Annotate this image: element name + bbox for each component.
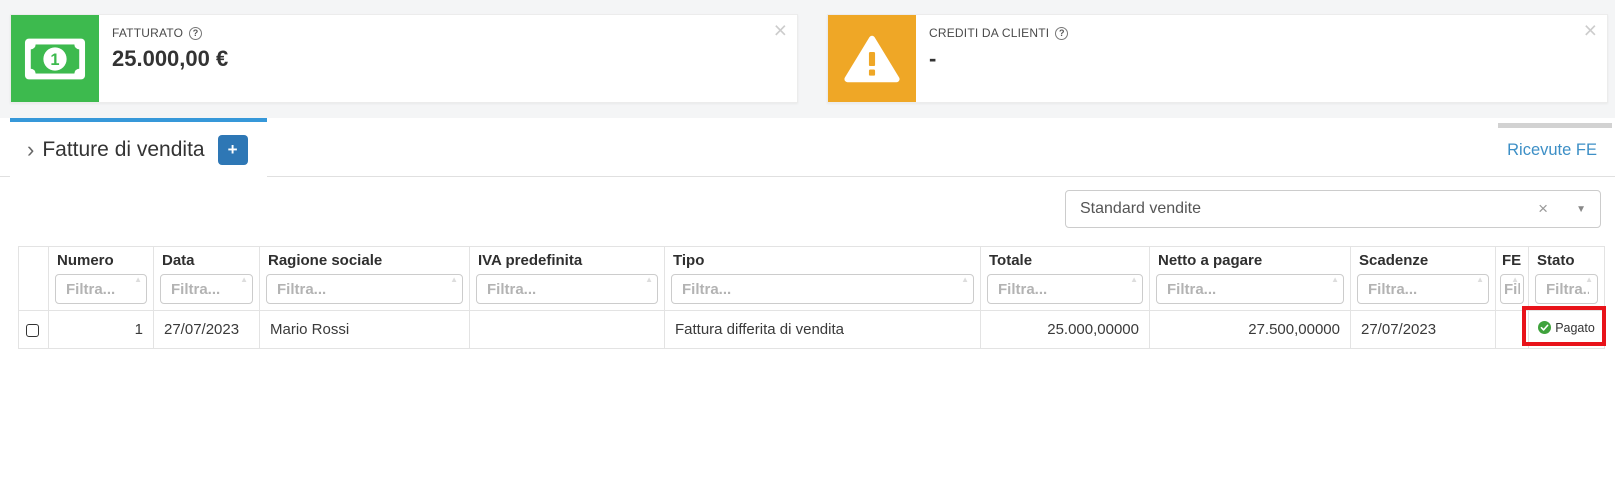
cell-numero: 1 [49,311,154,349]
kpi-cards-strip: 1 FATTURATO ? 25.000,00 € × CREDITI DA C… [0,0,1615,118]
ricevute-fe-link[interactable]: Ricevute FE [1507,141,1597,160]
invoices-panel: Standard vendite × ▼ Numero ▲ Data [0,177,1615,349]
row-checkbox[interactable] [26,324,39,337]
filter-scadenze-input[interactable] [1357,274,1489,304]
card-title: CREDITI DA CLIENTI ? [929,26,1068,40]
select-value: Standard vendite [1080,200,1538,218]
table-row[interactable]: 1 27/07/2023 Mario Rossi Fattura differi… [19,311,1605,349]
filter-stato-input[interactable] [1535,274,1598,304]
cell-ragione-sociale: Mario Rossi [260,311,470,349]
column-tipo: Tipo ▲ [665,247,981,311]
status-badge: Pagato [1538,321,1595,335]
cell-iva-predefinita [470,311,665,349]
card-title-text: FATTURATO [112,26,183,40]
column-netto-a-pagare: Netto a pagare ▲ [1150,247,1351,311]
filter-totale-input[interactable] [987,274,1143,304]
filter-data-input[interactable] [160,274,253,304]
card-value: - [929,46,1068,72]
column-header-label: Netto a pagare [1158,252,1344,269]
filter-netto-a-pagare-input[interactable] [1156,274,1344,304]
column-header-label: Totale [989,252,1143,269]
filter-ragione-sociale-input[interactable] [266,274,463,304]
card-title: FATTURATO ? [112,26,228,40]
column-header-label: Stato [1537,252,1598,269]
list-view-select[interactable]: Standard vendite × ▼ [1065,190,1601,228]
column-numero: Numero ▲ [49,247,154,311]
header-row: Numero ▲ Data ▲ Ragione sociale ▲ IVA pr… [19,247,1605,311]
cell-tipo: Fattura differita di vendita [665,311,981,349]
column-totale: Totale ▲ [981,247,1150,311]
column-header-label: Data [162,252,253,269]
horizontal-scrollbar-thumb[interactable] [1498,123,1612,128]
column-stato: Stato ▲ [1529,247,1605,311]
card-title-text: CREDITI DA CLIENTI [929,26,1049,40]
filter-tipo-input[interactable] [671,274,974,304]
filter-fe-input[interactable] [1500,274,1524,304]
cell-netto-a-pagare: 27.500,00000 [1150,311,1351,349]
tabs-bar: › Fatture di vendita + Ricevute FE [0,118,1615,177]
tab-fatture-di-vendita[interactable]: › Fatture di vendita + [10,118,267,178]
status-badge-label: Pagato [1555,321,1595,335]
card-value: 25.000,00 € [112,46,228,72]
column-header-label: Scadenze [1359,252,1489,269]
cell-stato: Pagato [1529,311,1605,349]
column-ragione-sociale: Ragione sociale ▲ [260,247,470,311]
card-fatturato: 1 FATTURATO ? 25.000,00 € × [10,14,798,103]
column-header-label: FE [1502,252,1524,269]
column-iva-predefinita: IVA predefinita ▲ [470,247,665,311]
column-header-label: IVA predefinita [478,252,658,269]
column-header-label: Tipo [673,252,974,269]
cell-fe [1496,311,1529,349]
chevron-down-icon[interactable]: ▼ [1576,204,1586,215]
cell-scadenze: 27/07/2023 [1351,311,1496,349]
column-select [19,247,49,311]
tab-label: Fatture di vendita [42,138,204,162]
add-invoice-button[interactable]: + [218,135,248,165]
invoices-table: Numero ▲ Data ▲ Ragione sociale ▲ IVA pr… [18,246,1605,349]
close-icon[interactable]: × [774,15,787,45]
help-icon[interactable]: ? [1055,27,1068,40]
card-crediti-da-clienti: CREDITI DA CLIENTI ? - × [827,14,1608,103]
check-circle-icon [1538,321,1551,334]
banknote-icon: 1 [11,15,99,102]
clear-icon[interactable]: × [1538,199,1548,219]
svg-text:1: 1 [50,50,59,68]
warning-icon [828,15,916,102]
filter-iva-predefinita-input[interactable] [476,274,658,304]
help-icon[interactable]: ? [189,27,202,40]
column-scadenze: Scadenze ▲ [1351,247,1496,311]
column-header-label: Numero [57,252,147,269]
row-checkbox-cell [19,311,49,349]
column-data: Data ▲ [154,247,260,311]
invoices-table-wrap: Numero ▲ Data ▲ Ragione sociale ▲ IVA pr… [18,246,1604,349]
filter-numero-input[interactable] [55,274,147,304]
chevron-right-icon: › [27,137,34,163]
cell-totale: 25.000,00000 [981,311,1150,349]
column-fe: FE ▲ [1496,247,1529,311]
cell-data: 27/07/2023 [154,311,260,349]
column-header-label: Ragione sociale [268,252,463,269]
close-icon[interactable]: × [1584,15,1597,45]
